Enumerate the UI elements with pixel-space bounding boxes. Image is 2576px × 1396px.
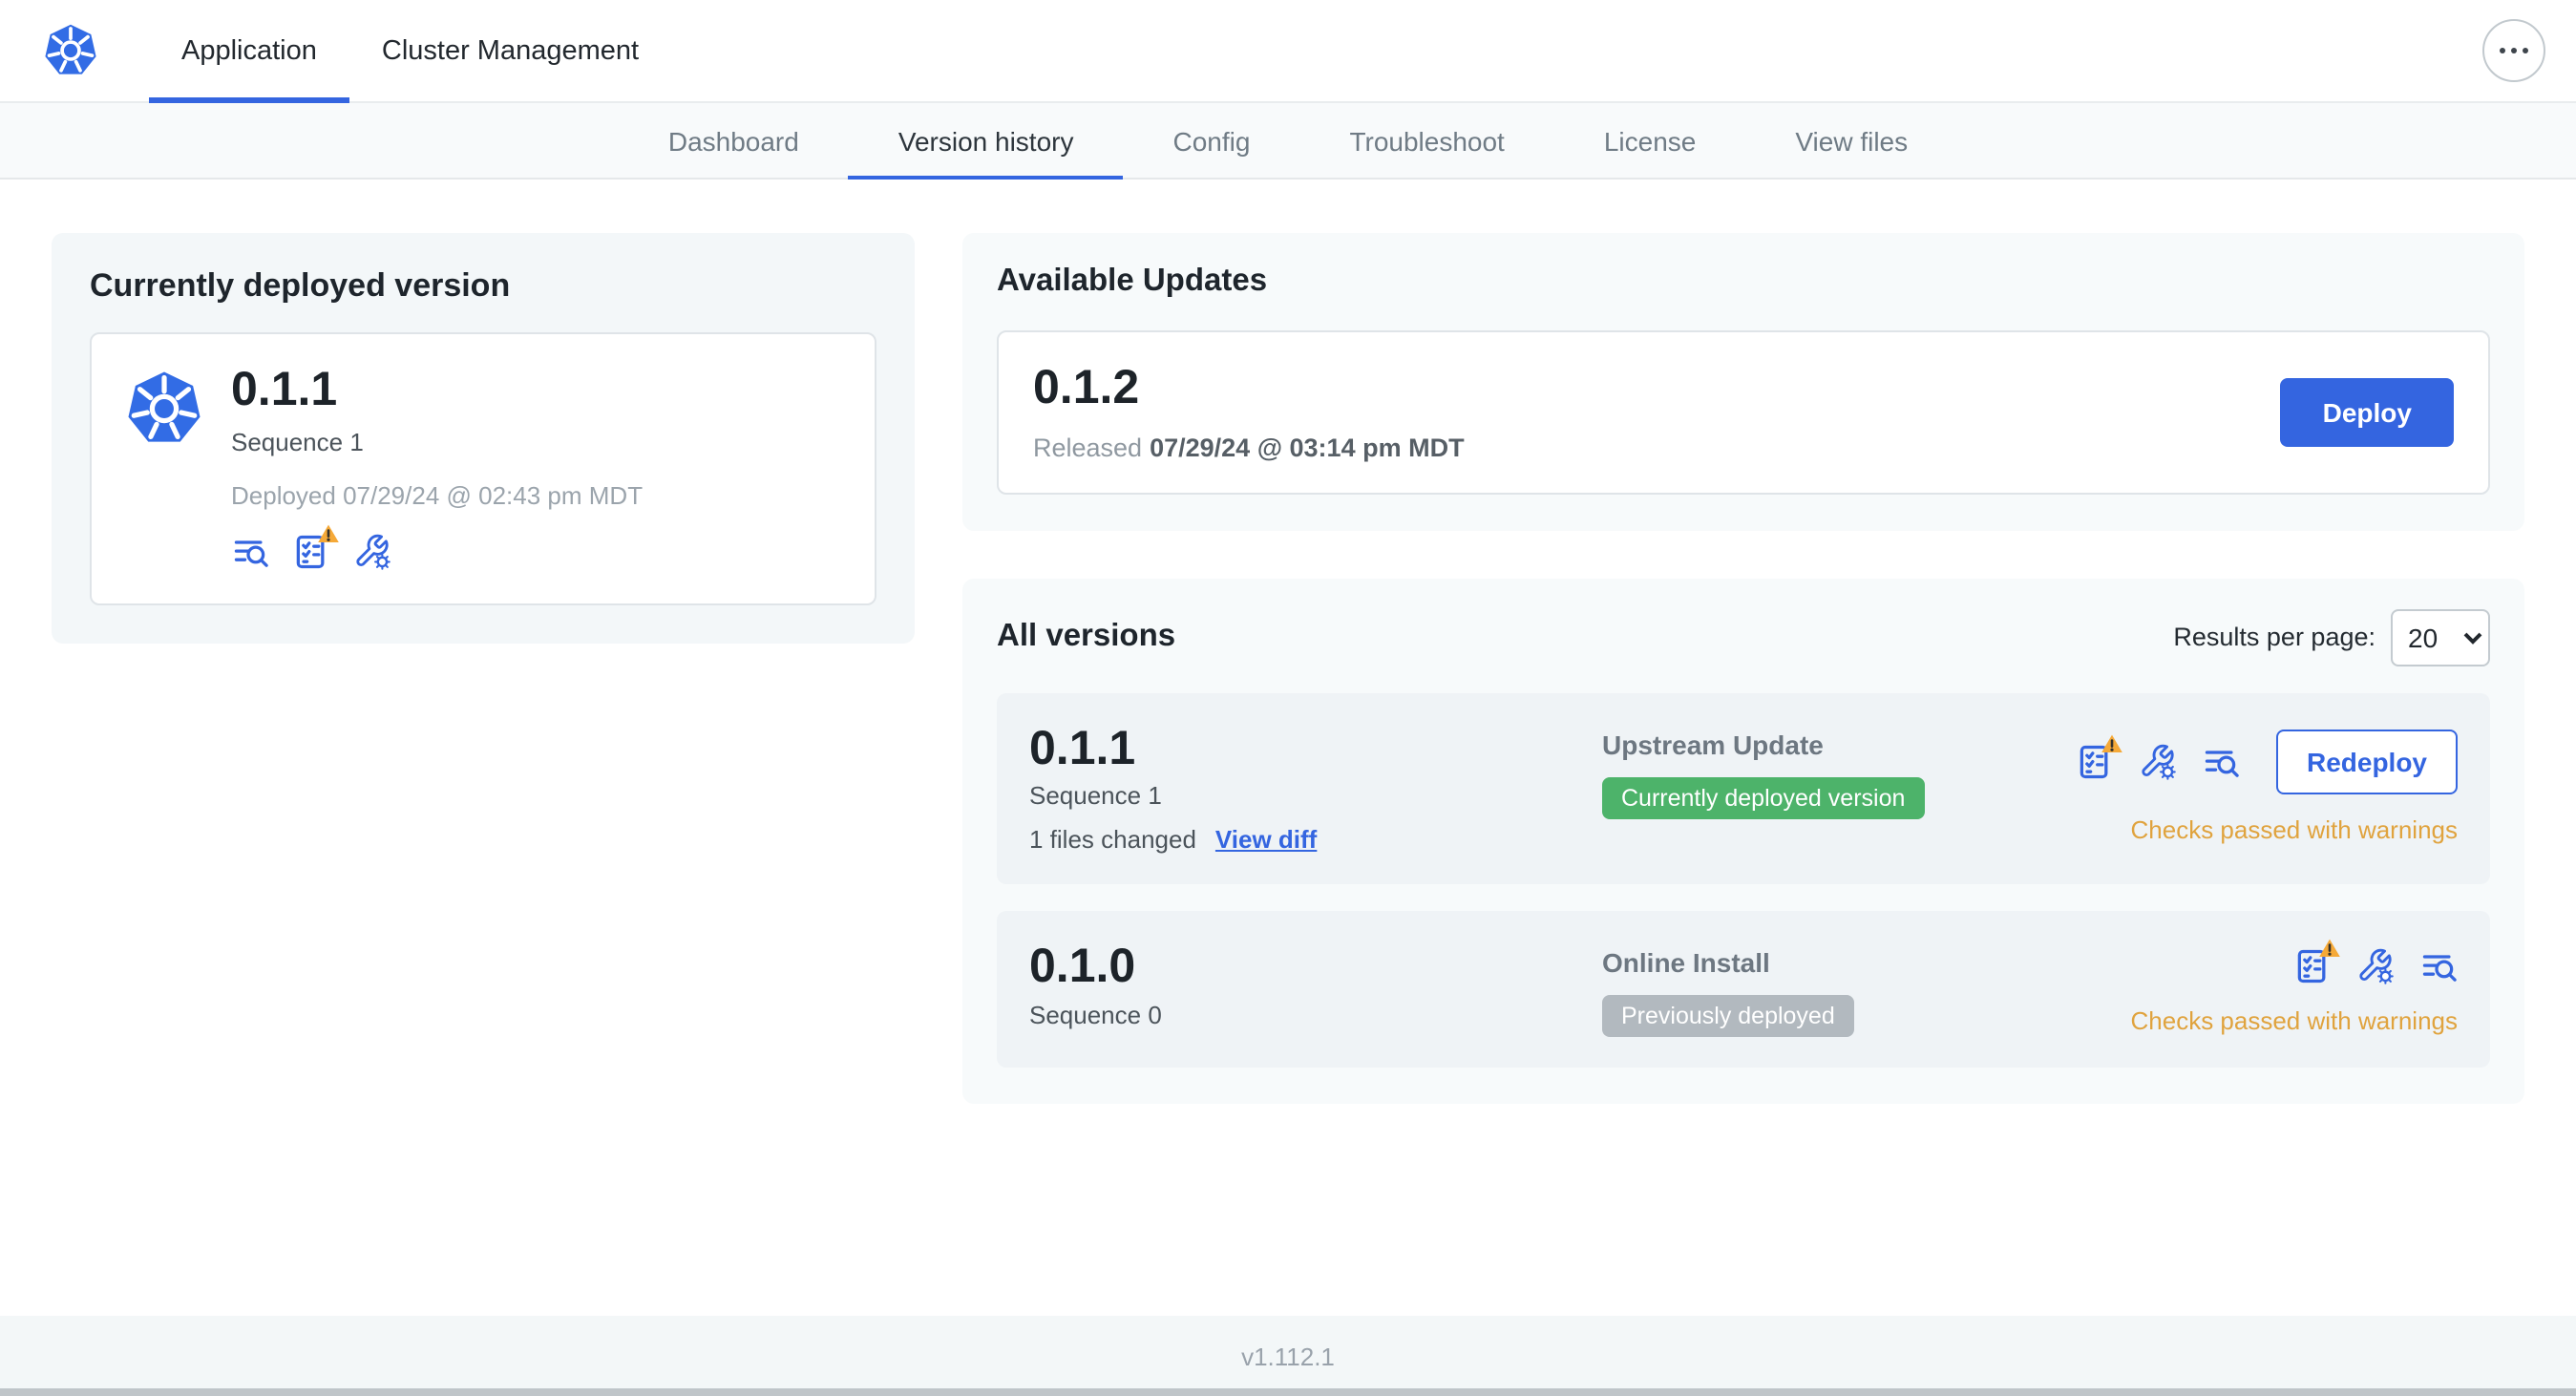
warning-triangle-icon (2101, 733, 2122, 751)
status-badge: Currently deployed version (1602, 776, 1925, 818)
footer: v1.112.1 (0, 1316, 2576, 1396)
checks-status-link[interactable]: Checks passed with warnings (2131, 814, 2459, 843)
currently-deployed-panel: Currently deployed version 0.1.1 Sequenc… (52, 233, 915, 643)
warning-triangle-icon (2319, 939, 2340, 957)
results-per-page: Results per page: 20 (2173, 608, 2490, 666)
update-info: 0.1.2 Released 07/29/24 @ 03:14 pm MDT (1033, 361, 1465, 461)
version-row-source: Upstream Update Currently deployed versi… (1602, 723, 2076, 818)
horizontal-scrollbar[interactable] (0, 1388, 2576, 1396)
deploy-button[interactable]: Deploy (2280, 377, 2454, 447)
version-row-info: 0.1.1 Sequence 1 1 files changed View di… (1029, 721, 1602, 854)
tab-cluster-management[interactable]: Cluster Management (349, 0, 671, 101)
tab-license[interactable]: License (1554, 103, 1746, 178)
deployed-sequence: Sequence 1 (231, 427, 364, 455)
main-content: Currently deployed version 0.1.1 Sequenc… (0, 180, 2576, 1104)
version-row: 0.1.0 Sequence 0 Online Install Previous… (997, 911, 2490, 1068)
all-versions-header: All versions Results per page: 20 (997, 608, 2490, 666)
row-sequence: Sequence 0 (1029, 1000, 1162, 1028)
warning-triangle-icon (318, 523, 339, 541)
top-tabs: Application Cluster Management (149, 0, 671, 103)
version-row-actions: Checks passed with warnings (2131, 939, 2459, 1035)
deployed-version-info: 0.1.1 Sequence 1 Deployed 07/29/24 @ 02:… (231, 363, 644, 570)
update-released-line: Released 07/29/24 @ 03:14 pm MDT (1033, 433, 1465, 461)
top-navbar: Application Cluster Management (0, 0, 2576, 103)
version-row-source: Online Install Previously deployed (1602, 941, 2131, 1037)
action-icons (2293, 939, 2458, 985)
app-subnav: Dashboard Version history Config Trouble… (0, 103, 2576, 180)
all-versions-panel: All versions Results per page: 20 0.1.1 … (962, 578, 2524, 1104)
row-version-number: 0.1.1 (1029, 721, 1136, 774)
ellipsis-icon (2510, 47, 2518, 54)
currently-deployed-title: Currently deployed version (90, 267, 511, 304)
console-version: v1.112.1 (1241, 1342, 1335, 1370)
deployed-version-card: 0.1.1 Sequence 1 Deployed 07/29/24 @ 02:… (90, 332, 876, 604)
deployed-timestamp: Deployed 07/29/24 @ 02:43 pm MDT (231, 480, 644, 509)
version-row-info: 0.1.0 Sequence 0 (1029, 941, 1602, 1028)
kubernetes-version-icon (128, 371, 201, 442)
results-per-page-select[interactable]: 20 (2391, 608, 2490, 666)
ellipsis-icon (2499, 47, 2506, 54)
version-row: 0.1.1 Sequence 1 1 files changed View di… (997, 692, 2490, 884)
released-date: 07/29/24 @ 03:14 pm MDT (1150, 433, 1465, 461)
config-wrench-icon[interactable] (353, 532, 391, 570)
version-row-actions: Redeploy Checks passed with warnings (2076, 723, 2458, 843)
logs-icon[interactable] (2419, 947, 2458, 985)
update-version-number: 0.1.2 (1033, 361, 1140, 414)
row-sequence: Sequence 1 (1029, 781, 1162, 810)
redeploy-button[interactable]: Redeploy (2275, 729, 2458, 793)
all-versions-title: All versions (997, 619, 1176, 653)
checks-status-link[interactable]: Checks passed with warnings (2131, 1006, 2459, 1035)
preflight-checks-warning-icon[interactable] (2076, 733, 2122, 780)
row-version-number: 0.1.0 (1029, 940, 1136, 993)
status-badge: Previously deployed (1602, 995, 1854, 1037)
tab-dashboard[interactable]: Dashboard (619, 103, 849, 178)
config-wrench-icon[interactable] (2139, 742, 2177, 780)
overflow-menu-button[interactable] (2482, 19, 2545, 82)
right-column: Available Updates 0.1.2 Released 07/29/24… (962, 233, 2524, 1104)
released-label: Released (1033, 433, 1143, 461)
view-diff-link[interactable]: View diff (1215, 825, 1317, 854)
tab-application[interactable]: Application (149, 0, 349, 103)
preflight-checks-warning-icon[interactable] (292, 523, 339, 570)
preflight-checks-warning-icon[interactable] (2293, 939, 2340, 985)
row-files-line: 1 files changed View diff (1029, 825, 1602, 854)
results-per-page-label: Results per page: (2173, 623, 2375, 651)
available-update-card: 0.1.2 Released 07/29/24 @ 03:14 pm MDT De… (997, 330, 2490, 494)
action-icons: Redeploy (2076, 729, 2458, 793)
tab-view-files[interactable]: View files (1745, 103, 1957, 178)
tab-version-history[interactable]: Version history (848, 103, 1124, 180)
deployed-icon-row (231, 523, 643, 570)
logs-icon[interactable] (2202, 742, 2240, 780)
files-changed-label: 1 files changed (1029, 825, 1196, 854)
tab-troubleshoot[interactable]: Troubleshoot (1299, 103, 1553, 178)
available-updates-title: Available Updates (997, 264, 1268, 298)
logs-icon[interactable] (231, 532, 269, 570)
kubernetes-logo-icon (45, 24, 96, 74)
deployed-version-number: 0.1.1 (231, 363, 338, 416)
config-wrench-icon[interactable] (2356, 947, 2395, 985)
ellipsis-icon (2522, 47, 2529, 54)
tab-config[interactable]: Config (1124, 103, 1300, 178)
available-updates-panel: Available Updates 0.1.2 Released 07/29/24… (962, 233, 2524, 530)
source-label: Upstream Update (1602, 729, 1824, 759)
admin-console: Application Cluster Management Dashboard… (0, 0, 2576, 1396)
source-label: Online Install (1602, 947, 1770, 978)
